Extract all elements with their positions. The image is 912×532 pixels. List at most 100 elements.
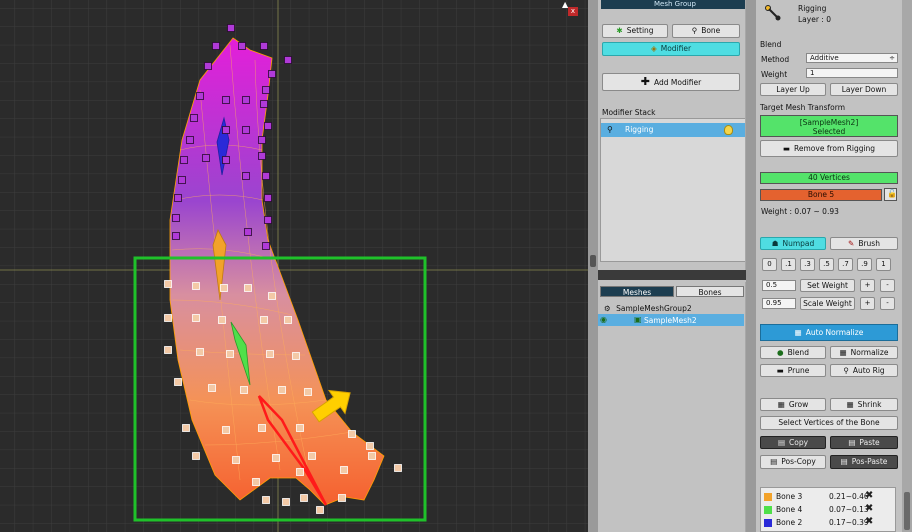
vertex-handle[interactable] — [242, 172, 250, 180]
vertex-handle[interactable] — [284, 56, 292, 64]
vertex-handle[interactable] — [262, 86, 270, 94]
vertex-handle-selected[interactable] — [196, 348, 204, 356]
vertex-handle-selected[interactable] — [296, 468, 304, 476]
vertex-handle-selected[interactable] — [192, 314, 200, 322]
vertex-handle-selected[interactable] — [348, 430, 356, 438]
method-select[interactable]: Additive ÷ — [806, 53, 898, 63]
bone-weight-list[interactable]: Bone 3 0.21~0.46 ✖ Bone 4 0.07~0.13 ✖ Bo… — [760, 487, 896, 532]
vertex-handle-selected[interactable] — [258, 424, 266, 432]
numpad-button-4[interactable]: .7 — [838, 258, 853, 271]
blend-button[interactable]: ● Blend — [760, 346, 826, 359]
tree-item-meshgroup[interactable]: ⚙ SampleMeshGroup2 — [604, 304, 692, 313]
vertex-handle-selected[interactable] — [164, 280, 172, 288]
numpad-button-5[interactable]: .9 — [857, 258, 872, 271]
panel-splitter[interactable] — [746, 0, 756, 532]
vertex-handle-selected[interactable] — [278, 386, 286, 394]
vertex-handle[interactable] — [212, 42, 220, 50]
vertex-handle-selected[interactable] — [340, 466, 348, 474]
vertex-handle[interactable] — [244, 228, 252, 236]
vertex-handle[interactable] — [264, 122, 272, 130]
viewport-scrollbar[interactable] — [588, 0, 598, 532]
vertex-handle-selected[interactable] — [304, 388, 312, 396]
selected-bone[interactable]: Bone 5 — [760, 189, 882, 201]
vertex-handle-selected[interactable] — [222, 426, 230, 434]
vertex-handle[interactable] — [260, 42, 268, 50]
numpad-button-6[interactable]: 1 — [876, 258, 891, 271]
set-weight-value[interactable]: 0.5 — [762, 280, 796, 291]
vertex-handle[interactable] — [222, 156, 230, 164]
scroll-thumb[interactable] — [904, 492, 910, 530]
scale-weight-button[interactable]: Scale Weight — [800, 297, 855, 310]
add-modifier-button[interactable]: ✚ Add Modifier — [602, 73, 740, 91]
vertex-handle-selected[interactable] — [272, 454, 280, 462]
vertex-handle-selected[interactable] — [226, 350, 234, 358]
vertex-handle-selected[interactable] — [366, 442, 374, 450]
vertex-handle-selected[interactable] — [338, 494, 346, 502]
mesh-viewport[interactable]: ▲ x — [0, 0, 588, 532]
prune-button[interactable]: ▬ Prune — [760, 364, 826, 377]
vertex-handle[interactable] — [204, 62, 212, 70]
vertex-handle-selected[interactable] — [164, 346, 172, 354]
remove-bone-icon[interactable]: ✖ — [865, 503, 873, 514]
list-item[interactable]: Bone 3 0.21~0.46 ✖ — [761, 490, 895, 503]
scale-weight-value[interactable]: 0.95 — [762, 298, 796, 309]
vertex-handle[interactable] — [264, 216, 272, 224]
remove-from-rigging-button[interactable]: ▬ Remove from Rigging — [760, 140, 898, 157]
numpad-button-2[interactable]: .3 — [800, 258, 815, 271]
numpad-button-1[interactable]: .1 — [781, 258, 796, 271]
bone-button[interactable]: ⚲ Bone — [672, 24, 740, 38]
layer-down-button[interactable]: Layer Down — [830, 83, 898, 96]
vertex-handle[interactable] — [180, 156, 188, 164]
vertex-handle-selected[interactable] — [164, 314, 172, 322]
vertex-handle-selected[interactable] — [262, 496, 270, 504]
vertex-handle-selected[interactable] — [292, 352, 300, 360]
close-button[interactable]: x — [568, 7, 578, 16]
remove-bone-icon[interactable]: ✖ — [865, 516, 873, 527]
vertex-handle-selected[interactable] — [232, 456, 240, 464]
vertex-handle[interactable] — [262, 172, 270, 180]
numpad-button-3[interactable]: .5 — [819, 258, 834, 271]
list-item[interactable]: Bone 2 0.17~0.39 ✖ — [761, 516, 895, 529]
vertex-handle-selected[interactable] — [308, 452, 316, 460]
vertex-handle-selected[interactable] — [316, 506, 324, 514]
right-scrollbar[interactable] — [902, 0, 912, 532]
vertex-handle[interactable] — [222, 96, 230, 104]
auto-rig-button[interactable]: ⚲ Auto Rig — [830, 364, 898, 377]
panel-divider[interactable] — [598, 270, 752, 280]
vertex-handle-selected[interactable] — [296, 424, 304, 432]
viewport-canvas[interactable] — [0, 0, 588, 532]
vertex-handle[interactable] — [190, 114, 198, 122]
set-weight-button[interactable]: Set Weight — [800, 279, 855, 292]
vertex-handle[interactable] — [258, 136, 266, 144]
vertex-handle-selected[interactable] — [282, 498, 290, 506]
vertex-handle[interactable] — [262, 242, 270, 250]
vertex-handle[interactable] — [260, 100, 268, 108]
modifier-button[interactable]: ◈ Modifier — [602, 42, 740, 56]
vertex-handle[interactable] — [242, 126, 250, 134]
vertex-handle[interactable] — [227, 24, 235, 32]
vertex-handle-selected[interactable] — [240, 386, 248, 394]
set-weight-plus-button[interactable]: + — [860, 279, 875, 292]
auto-normalize-button[interactable]: ▦ Auto Normalize — [760, 324, 898, 341]
vertex-handle-selected[interactable] — [174, 378, 182, 386]
numpad-button-0[interactable]: 0 — [762, 258, 777, 271]
tab-bones[interactable]: Bones — [676, 286, 744, 297]
grow-button[interactable]: ▦ Grow — [760, 398, 826, 411]
vertex-handle[interactable] — [222, 126, 230, 134]
tab-meshes[interactable]: Meshes — [600, 286, 674, 297]
visibility-icon[interactable]: ◉ — [600, 315, 607, 324]
vertex-handle-selected[interactable] — [300, 494, 308, 502]
scale-weight-minus-button[interactable]: - — [880, 297, 895, 310]
scroll-thumb[interactable] — [590, 255, 596, 267]
vertex-handle[interactable] — [172, 232, 180, 240]
modifier-stack-list[interactable]: ⚲ Rigging — [600, 118, 746, 262]
brush-button[interactable]: ✎ Brush — [830, 237, 898, 250]
layer-up-button[interactable]: Layer Up — [760, 83, 826, 96]
pos-paste-button[interactable]: ▤ Pos-Paste — [830, 455, 898, 469]
paste-button[interactable]: ▤ Paste — [830, 436, 898, 449]
vertex-handle[interactable] — [174, 194, 182, 202]
normalize-button[interactable]: ▦ Normalize — [830, 346, 898, 359]
vertex-handle-selected[interactable] — [218, 316, 226, 324]
list-item[interactable]: Bone 4 0.07~0.13 ✖ — [761, 503, 895, 516]
vertex-handle-selected[interactable] — [266, 350, 274, 358]
